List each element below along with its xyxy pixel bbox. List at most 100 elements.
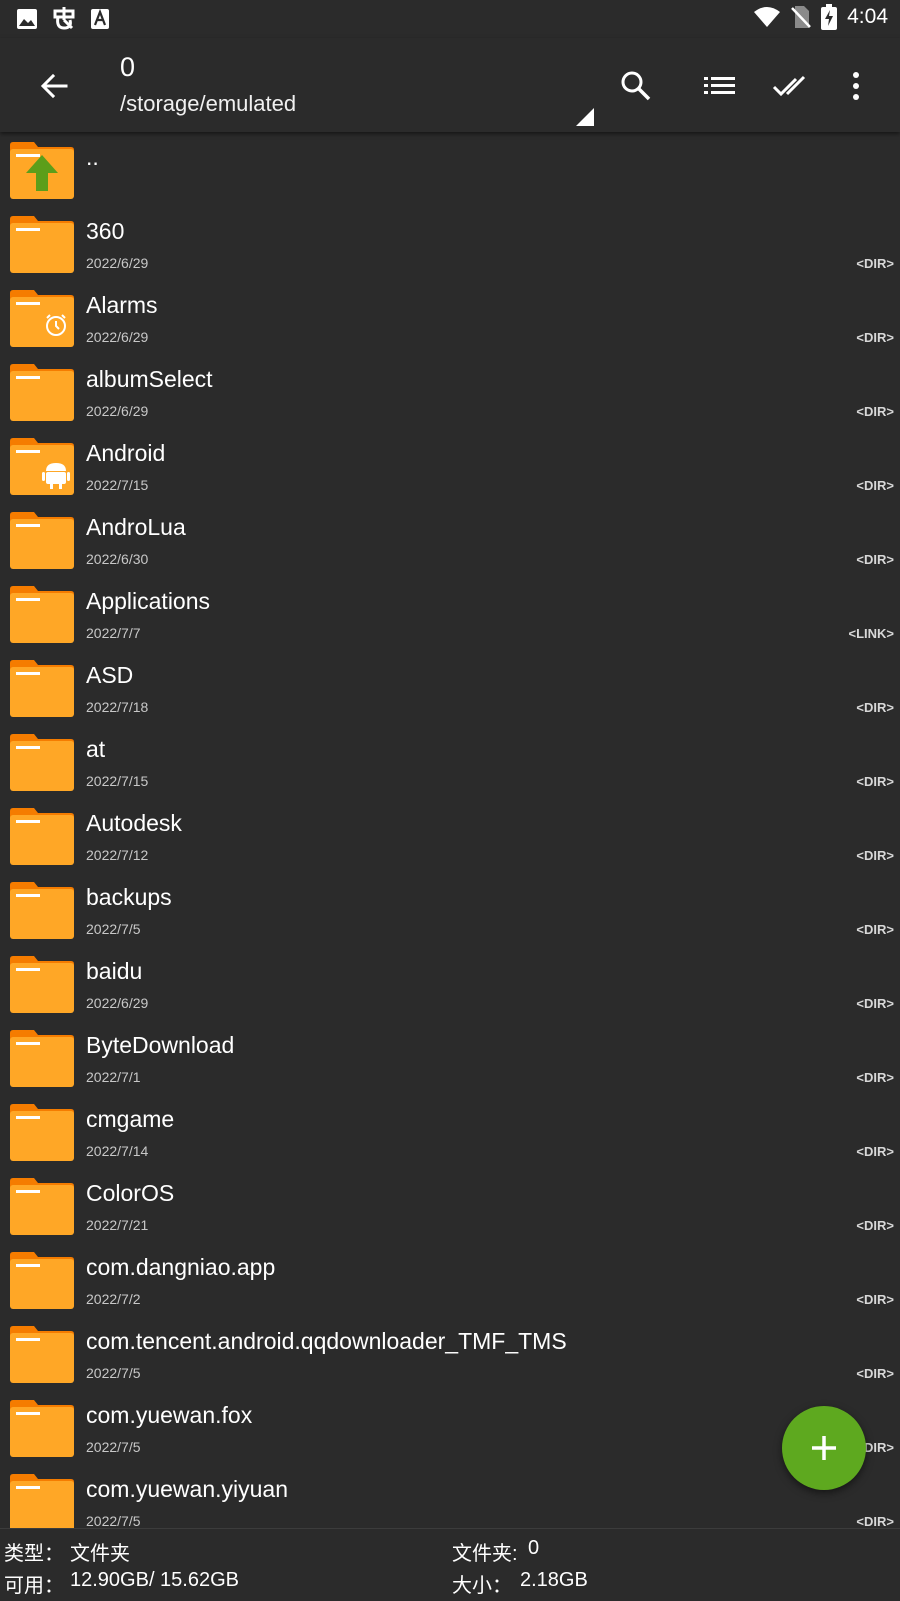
- file-row[interactable]: Android 2022/7/15 <DIR>: [0, 428, 900, 502]
- folder-icon: [10, 364, 74, 421]
- folder-icon: [10, 882, 74, 939]
- file-row[interactable]: baidu 2022/6/29 <DIR>: [0, 946, 900, 1020]
- file-type: <DIR>: [856, 404, 894, 419]
- file-name: albumSelect: [86, 366, 213, 392]
- folder-icon: [10, 1104, 74, 1161]
- file-row[interactable]: com.yuewan.fox 2022/7/5 <DIR>: [0, 1390, 900, 1464]
- file-type: <DIR>: [856, 996, 894, 1011]
- folder-up-icon: [10, 142, 74, 199]
- back-arrow-icon[interactable]: [34, 66, 74, 106]
- folder-android-icon: [10, 438, 74, 495]
- file-row[interactable]: at 2022/7/15 <DIR>: [0, 724, 900, 798]
- file-name: com.tencent.android.qqdownloader_TMF_TMS: [86, 1328, 567, 1354]
- plus-icon: [812, 1436, 836, 1460]
- path-dropdown-icon[interactable]: [576, 108, 594, 126]
- file-date: 2022/7/7: [86, 625, 141, 641]
- select-all-icon[interactable]: [770, 64, 814, 108]
- type-label: 类型：: [4, 1543, 64, 1565]
- folder-path[interactable]: /storage/emulated: [120, 91, 296, 117]
- file-type: <DIR>: [856, 1144, 894, 1159]
- file-date: 2022/7/5: [86, 1439, 141, 1455]
- file-type: <DIR>: [856, 1366, 894, 1381]
- file-type: <DIR>: [856, 700, 894, 715]
- file-date: 2022/6/29: [86, 995, 149, 1011]
- folder-icon: [10, 660, 74, 717]
- folder-icon: [10, 586, 74, 643]
- file-name: com.dangniao.app: [86, 1254, 276, 1280]
- file-row[interactable]: Applications 2022/7/7 <LINK>: [0, 576, 900, 650]
- folder-alarm-icon: [10, 290, 74, 347]
- status-right-icons: 4:04: [753, 4, 888, 30]
- file-type: <DIR>: [856, 848, 894, 863]
- wifi-icon: [754, 7, 781, 27]
- file-row[interactable]: Autodesk 2022/7/12 <DIR>: [0, 798, 900, 872]
- file-date: 2022/7/14: [86, 1143, 149, 1159]
- folder-icon: [10, 512, 74, 569]
- file-type: <DIR>: [856, 1070, 894, 1085]
- list-view-icon[interactable]: [698, 64, 742, 108]
- folder-icon: [10, 216, 74, 273]
- file-date: 2022/7/15: [86, 773, 149, 789]
- bug-icon: [53, 7, 75, 30]
- file-date: 2022/7/1: [86, 1069, 141, 1085]
- more-vert-icon[interactable]: [834, 64, 878, 108]
- file-name: com.yuewan.yiyuan: [86, 1476, 288, 1502]
- file-type: <DIR>: [856, 1218, 894, 1233]
- file-name: cmgame: [86, 1106, 175, 1132]
- file-name: Alarms: [86, 292, 158, 318]
- file-name: baidu: [86, 958, 143, 984]
- file-date: 2022/7/15: [86, 477, 149, 493]
- file-type: <DIR>: [856, 256, 894, 271]
- file-row[interactable]: com.yuewan.yiyuan 2022/7/5 <DIR>: [0, 1464, 900, 1528]
- file-date: 2022/7/5: [86, 921, 141, 937]
- file-row[interactable]: ByteDownload 2022/7/1 <DIR>: [0, 1020, 900, 1094]
- folder-icon: [10, 808, 74, 865]
- file-type: <DIR>: [856, 1514, 894, 1528]
- file-row[interactable]: AndroLua 2022/6/30 <DIR>: [0, 502, 900, 576]
- file-date: 2022/7/5: [86, 1365, 141, 1381]
- file-date: 2022/7/12: [86, 847, 149, 863]
- size-label: 大小：: [452, 1575, 512, 1597]
- file-row[interactable]: com.tencent.android.qqdownloader_TMF_TMS…: [0, 1316, 900, 1390]
- folder-icon: [10, 1178, 74, 1235]
- file-list[interactable]: .. 360 2022/6/29 <DIR> Alarms 2022/6/29 <DIR> a…: [0, 132, 900, 1528]
- file-name: ASD: [86, 662, 134, 688]
- file-name: ..: [86, 144, 99, 170]
- status-left-icons: [16, 6, 110, 32]
- status-time: 4:04: [847, 5, 888, 28]
- file-row[interactable]: ASD 2022/7/18 <DIR>: [0, 650, 900, 724]
- file-date: 2022/7/2: [86, 1291, 141, 1307]
- folder-icon: [10, 734, 74, 791]
- file-row[interactable]: 360 2022/6/29 <DIR>: [0, 206, 900, 280]
- file-date: 2022/6/29: [86, 329, 149, 345]
- folder-icon: [10, 1474, 74, 1528]
- file-row[interactable]: cmgame 2022/7/14 <DIR>: [0, 1094, 900, 1168]
- file-row[interactable]: Alarms 2022/6/29 <DIR>: [0, 280, 900, 354]
- search-icon[interactable]: [614, 64, 658, 108]
- file-type: <DIR>: [856, 330, 894, 345]
- image-icon: [17, 9, 37, 29]
- file-name: backups: [86, 884, 172, 910]
- folder-title: 0: [120, 52, 136, 82]
- folders-value: 0: [528, 1537, 540, 1559]
- file-row[interactable]: ColorOS 2022/7/21 <DIR>: [0, 1168, 900, 1242]
- file-row[interactable]: backups 2022/7/5 <DIR>: [0, 872, 900, 946]
- file-name: ColorOS: [86, 1180, 175, 1206]
- type-value: 文件夹: [70, 1543, 130, 1565]
- file-type: <LINK>: [848, 626, 894, 641]
- file-name: Android: [86, 440, 166, 466]
- file-type: <DIR>: [856, 922, 894, 937]
- file-row[interactable]: com.dangniao.app 2022/7/2 <DIR>: [0, 1242, 900, 1316]
- file-name: Autodesk: [86, 810, 182, 836]
- file-type: <DIR>: [856, 478, 894, 493]
- file-name: Applications: [86, 588, 211, 614]
- file-date: 2022/6/29: [86, 403, 149, 419]
- folder-icon: [10, 1030, 74, 1087]
- file-row[interactable]: albumSelect 2022/6/29 <DIR>: [0, 354, 900, 428]
- parent-folder-row[interactable]: ..: [0, 132, 900, 206]
- battery-charging-icon: [821, 4, 838, 30]
- add-fab-button[interactable]: [782, 1406, 866, 1490]
- file-date: 2022/7/21: [86, 1217, 149, 1233]
- file-name: AndroLua: [86, 514, 186, 540]
- storage-footer: 类型： 文件夹 可用： 12.90GB/ 15.62GB 文件夹: 0 大小： …: [0, 1528, 900, 1601]
